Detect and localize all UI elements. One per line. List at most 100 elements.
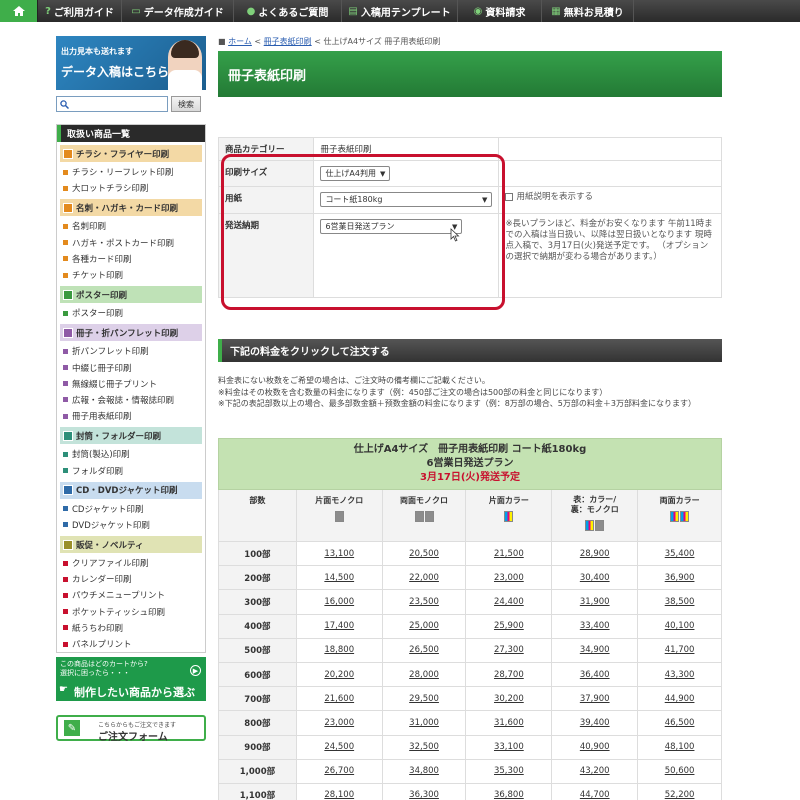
sidebar-item[interactable]: 折パンフレット印刷 <box>57 343 205 359</box>
category-group-title[interactable]: CD・DVDジャケット印刷 <box>60 481 202 499</box>
price-link[interactable]: 34,900 <box>551 637 639 663</box>
sidebar-item[interactable]: クリアファイル印刷 <box>57 555 205 571</box>
price-link[interactable]: 36,900 <box>637 565 722 591</box>
price-link[interactable]: 30,400 <box>551 565 639 591</box>
price-link[interactable]: 18,800 <box>295 637 383 663</box>
price-link[interactable]: 23,000 <box>465 565 553 591</box>
price-link[interactable]: 21,600 <box>295 686 383 712</box>
price-link[interactable]: 28,000 <box>381 661 467 688</box>
sidebar-item[interactable]: パウチメニュープリント <box>57 587 205 603</box>
sidebar-item[interactable]: 封筒(製込)印刷 <box>57 446 205 462</box>
price-link[interactable]: 36,300 <box>381 782 467 800</box>
price-link[interactable]: 33,400 <box>551 613 639 639</box>
price-link[interactable]: 50,600 <box>637 758 722 784</box>
category-group-title[interactable]: 名刺・ハガキ・カード印刷 <box>60 199 202 217</box>
price-link[interactable]: 23,500 <box>381 589 467 615</box>
sidebar-item[interactable]: 大ロットチラシ印刷 <box>57 180 205 196</box>
price-link[interactable]: 40,100 <box>637 613 722 639</box>
price-link[interactable]: 44,700 <box>551 782 639 800</box>
sidebar-item[interactable]: チケット印刷 <box>57 267 205 283</box>
price-link[interactable]: 35,300 <box>465 758 553 784</box>
price-link[interactable]: 37,900 <box>551 686 639 712</box>
price-link[interactable]: 36,400 <box>551 661 639 688</box>
price-link[interactable]: 24,400 <box>465 589 553 615</box>
price-link[interactable]: 28,700 <box>465 661 553 688</box>
category-group-title[interactable]: 販促・ノベルティ <box>60 536 202 553</box>
price-link[interactable]: 31,600 <box>465 710 553 736</box>
price-link[interactable]: 28,100 <box>295 782 383 800</box>
category-group-title[interactable]: ポスター印刷 <box>60 286 202 304</box>
price-link[interactable]: 26,500 <box>381 637 467 663</box>
sidebar-item[interactable]: 無線綴じ冊子プリント <box>57 376 205 392</box>
order-form-button[interactable]: ✎ こちらからもご注文できます ご注文フォーム <box>56 715 206 743</box>
price-link[interactable]: 22,000 <box>381 565 467 591</box>
breadcrumb-category[interactable]: 冊子表紙印刷 <box>264 37 312 46</box>
price-link[interactable]: 35,400 <box>637 540 722 567</box>
price-link[interactable]: 16,000 <box>295 589 383 615</box>
price-link[interactable]: 39,400 <box>551 710 639 736</box>
sidebar-item[interactable]: ポケットティッシュ印刷 <box>57 604 205 620</box>
price-link[interactable]: 13,100 <box>295 540 383 567</box>
sidebar-item[interactable]: カレンダー印刷 <box>57 571 205 587</box>
nav-guide[interactable]: ? ご利用ガイド <box>38 0 122 22</box>
price-link[interactable]: 41,700 <box>637 637 722 663</box>
price-link[interactable]: 33,100 <box>465 734 553 760</box>
sidebar-item[interactable]: チラシ・リーフレット印刷 <box>57 164 205 180</box>
price-link[interactable]: 21,500 <box>465 540 553 567</box>
price-link[interactable]: 26,700 <box>295 758 383 784</box>
sidebar-item[interactable]: 各種カード印刷 <box>57 251 205 267</box>
product-selector-banner[interactable]: この商品はどのカートから? 選択に困ったら・・・ ▶ ☛ 制作したい商品から選ぶ <box>56 657 206 702</box>
nav-request[interactable]: ◉ 資料請求 <box>458 0 542 22</box>
price-link[interactable]: 32,500 <box>381 734 467 760</box>
price-link[interactable]: 38,500 <box>637 589 722 615</box>
search-button[interactable]: 検索 <box>171 96 201 112</box>
price-link[interactable]: 40,900 <box>551 734 639 760</box>
nav-data-guide[interactable]: ▭ データ作成ガイド <box>122 0 234 22</box>
sidebar-item[interactable]: 冊子用表紙印刷 <box>57 408 205 424</box>
price-link[interactable]: 34,800 <box>381 758 467 784</box>
sidebar-item[interactable]: 紙うちわ印刷 <box>57 620 205 636</box>
sidebar-item[interactable]: ポスター印刷 <box>57 305 205 321</box>
price-link[interactable]: 25,000 <box>381 613 467 639</box>
sidebar-item[interactable]: DVDジャケット印刷 <box>57 517 205 533</box>
price-link[interactable]: 46,500 <box>637 710 722 736</box>
price-link[interactable]: 44,900 <box>637 686 722 712</box>
category-group-title[interactable]: 封筒・フォルダー印刷 <box>60 427 202 445</box>
price-link[interactable]: 14,500 <box>295 565 383 591</box>
price-link[interactable]: 24,500 <box>295 734 383 760</box>
sidebar-item[interactable]: CDジャケット印刷 <box>57 501 205 517</box>
price-link[interactable]: 20,500 <box>381 540 467 567</box>
price-link[interactable]: 31,000 <box>381 710 467 736</box>
nav-estimate[interactable]: ▦ 無料お見積り <box>542 0 634 22</box>
sidebar-item[interactable]: フォルダ印刷 <box>57 462 205 478</box>
price-link[interactable]: 31,900 <box>551 589 639 615</box>
price-link[interactable]: 25,900 <box>465 613 553 639</box>
search-input[interactable] <box>56 96 168 112</box>
price-link[interactable]: 30,200 <box>465 686 553 712</box>
breadcrumb-home[interactable]: ホーム <box>228 37 252 46</box>
price-link[interactable]: 43,300 <box>637 661 722 688</box>
price-link[interactable]: 36,800 <box>465 782 553 800</box>
price-link[interactable]: 52,200 <box>637 782 722 800</box>
nav-faq[interactable]: ● よくあるご質問 <box>234 0 342 22</box>
sidebar-item[interactable]: ハガキ・ポストカード印刷 <box>57 235 205 251</box>
paper-description-checkbox[interactable] <box>505 192 514 201</box>
category-group-title[interactable]: チラシ・フライヤー印刷 <box>60 145 202 162</box>
data-upload-banner[interactable]: 出力見本も送れます データ入稿はこちら <box>56 36 206 90</box>
price-link[interactable]: 28,900 <box>551 540 639 567</box>
bullet-icon <box>63 641 68 647</box>
sidebar-item[interactable]: 名刺印刷 <box>57 218 205 234</box>
sidebar-item[interactable]: パネルプリント <box>57 636 205 652</box>
price-link[interactable]: 48,100 <box>637 734 722 760</box>
price-link[interactable]: 29,500 <box>381 686 467 712</box>
price-link[interactable]: 23,000 <box>295 710 383 736</box>
price-link[interactable]: 20,200 <box>295 661 383 688</box>
price-link[interactable]: 27,300 <box>465 637 553 663</box>
home-button[interactable] <box>0 0 38 22</box>
price-link[interactable]: 17,400 <box>295 613 383 639</box>
sidebar-item[interactable]: 広報・会報誌・情報誌印刷 <box>57 392 205 408</box>
sidebar-item[interactable]: 中綴じ冊子印刷 <box>57 360 205 376</box>
nav-template[interactable]: ▤ 入稿用テンプレート <box>342 0 458 22</box>
price-link[interactable]: 43,200 <box>551 758 639 784</box>
category-group-title[interactable]: 冊子・折パンフレット印刷 <box>60 324 202 342</box>
